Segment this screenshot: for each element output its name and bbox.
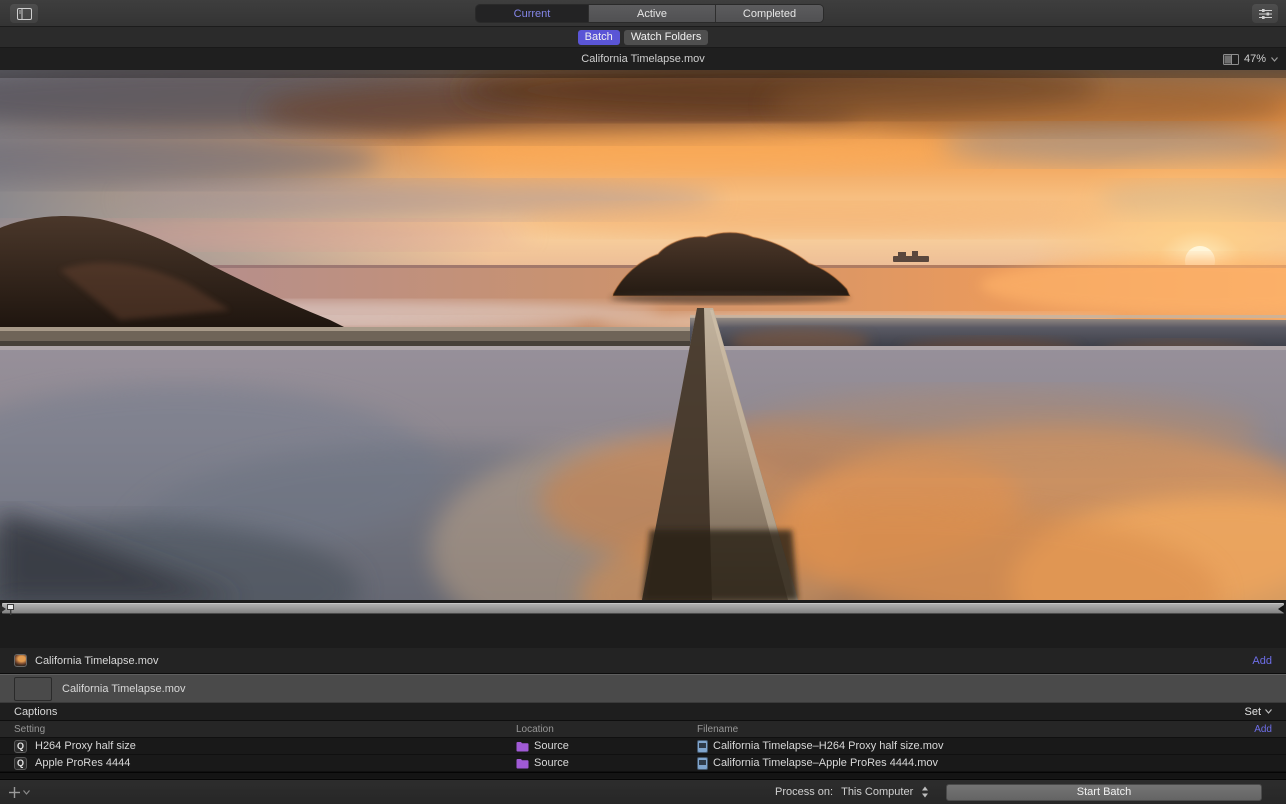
captions-set-control[interactable]: Set [1244, 706, 1272, 718]
movie-file-icon [697, 740, 708, 753]
location-value: Source [534, 740, 569, 752]
inspector-icon [1259, 8, 1272, 20]
filename-value: California Timelapse–H264 Proxy half siz… [713, 740, 944, 752]
scrubber-start-marker [0, 605, 6, 613]
filename-column-header: Filename [697, 724, 738, 735]
sidebar-icon [17, 8, 32, 20]
view-watch-folders-button[interactable]: Watch Folders [624, 30, 709, 45]
chevron-down-icon [1271, 57, 1278, 62]
filename-value: California Timelapse–Apple ProRes 4444.m… [713, 757, 938, 769]
toolbar: Current Active Completed [0, 0, 1286, 27]
status-tabs: Current Active Completed [475, 4, 824, 23]
tab-active[interactable]: Active [588, 5, 715, 22]
job-row[interactable]: California Timelapse.mov Add [0, 648, 1286, 674]
source-row-selected[interactable]: California Timelapse.mov [0, 674, 1286, 703]
movie-file-icon [697, 757, 708, 770]
output-row[interactable]: Q Apple ProRes 4444 Source California Ti… [0, 755, 1286, 772]
compressor-window: Current Active Completed Batch Watch Fol… [0, 0, 1286, 804]
captions-row[interactable]: Captions Set [0, 703, 1286, 721]
process-on-popup[interactable]: This Computer [841, 786, 913, 798]
location-value: Source [534, 757, 569, 769]
setting-name: H264 Proxy half size [35, 740, 136, 752]
add-output-link[interactable]: Add [1252, 655, 1272, 667]
process-on-control: Process on: This Computer [775, 786, 929, 798]
timeline-scrubber[interactable] [2, 603, 1284, 614]
job-title: California Timelapse.mov [35, 655, 159, 667]
stepper-icon[interactable] [921, 786, 929, 798]
tab-current[interactable]: Current [476, 5, 588, 22]
captions-label: Captions [14, 706, 57, 718]
chevron-down-icon [23, 790, 30, 795]
sidebar-toggle-button[interactable] [10, 4, 38, 23]
split-view-icon [1223, 54, 1239, 65]
process-on-label: Process on: [775, 786, 833, 798]
inspector-toggle-button[interactable] [1252, 4, 1278, 23]
batch-spacer [0, 772, 1286, 778]
source-title: California Timelapse.mov [62, 683, 186, 695]
scrubber-end-marker [1278, 605, 1284, 613]
preview-titlebar: California Timelapse.mov 47% [0, 48, 1286, 70]
add-setting-link[interactable]: Add [1254, 724, 1272, 735]
folder-icon [516, 758, 529, 769]
preview-title: California Timelapse.mov [581, 53, 705, 65]
quicktime-setting-icon: Q [14, 740, 27, 753]
zoom-level: 47% [1244, 53, 1266, 65]
view-switcher: Batch Watch Folders [0, 27, 1286, 48]
transport-bar: 00:00:00:00 [0, 600, 1286, 648]
movie-clip-icon [14, 654, 27, 667]
setting-column-header: Setting [14, 724, 45, 735]
playhead[interactable] [7, 604, 14, 615]
footer-bar: Process on: This Computer Start Batch [0, 779, 1286, 804]
folder-icon [516, 741, 529, 752]
zoom-control[interactable]: 47% [1223, 48, 1278, 70]
source-thumbnail [14, 677, 52, 701]
start-batch-button[interactable]: Start Batch [946, 784, 1262, 801]
tab-completed[interactable]: Completed [715, 5, 823, 22]
batch-panel: California Timelapse.mov Add California … [0, 648, 1286, 779]
preview-image [0, 70, 1286, 600]
output-row[interactable]: Q H264 Proxy half size Source California… [0, 738, 1286, 755]
quicktime-setting-icon: Q [14, 757, 27, 770]
captions-set-label: Set [1244, 706, 1261, 718]
location-column-header: Location [516, 724, 554, 735]
plus-icon [8, 786, 21, 799]
add-job-button[interactable] [8, 786, 30, 799]
setting-name: Apple ProRes 4444 [35, 757, 130, 769]
view-batch-button[interactable]: Batch [578, 30, 620, 45]
outputs-header-row: Setting Location Filename Add [0, 721, 1286, 738]
chevron-down-icon [1265, 709, 1272, 714]
